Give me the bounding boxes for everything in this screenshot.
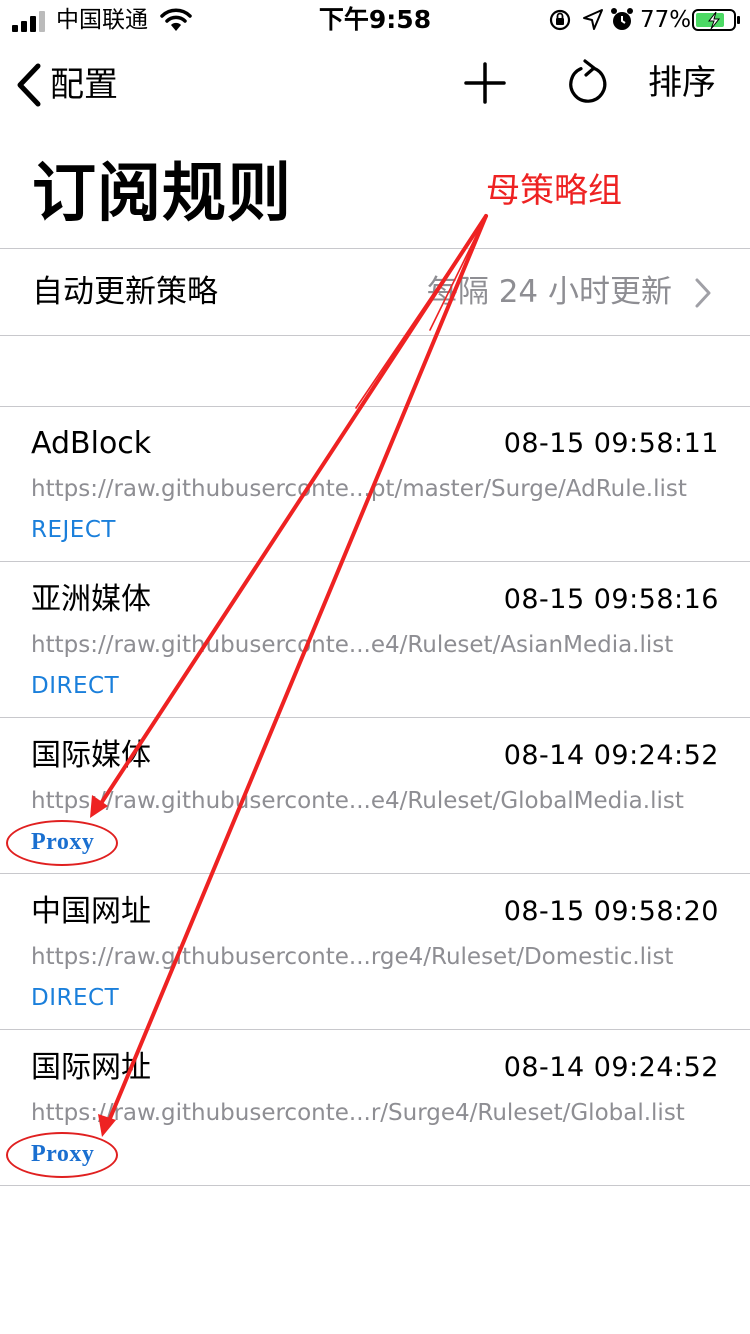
- subscription-name: 中国网址: [31, 894, 151, 929]
- subscription-name: 亚洲媒体: [31, 582, 151, 617]
- status-bar: 中国联通 下午9:58 77%: [0, 0, 750, 40]
- annotation-circle: [6, 1132, 118, 1178]
- subscription-row-asian-media[interactable]: 亚洲媒体 08-15 09:58:16 https://raw.githubus…: [0, 562, 750, 718]
- subscription-time: 08-14 09:24:52: [503, 740, 719, 771]
- annotation-label: 母策略组: [486, 171, 622, 211]
- sort-button[interactable]: 排序: [648, 60, 716, 106]
- subscription-time: 08-15 09:58:20: [503, 896, 719, 927]
- subscription-url: https://raw.githubuserconte...rge4/Rules…: [31, 944, 674, 970]
- subscription-policy: REJECT: [31, 517, 116, 543]
- plus-icon[interactable]: [462, 60, 508, 106]
- auto-update-label: 自动更新策略: [32, 274, 218, 310]
- auto-update-value: 每隔 24 小时更新: [426, 274, 672, 310]
- subscription-row-domestic[interactable]: 中国网址 08-15 09:58:20 https://raw.githubus…: [0, 874, 750, 1030]
- subscription-name: AdBlock: [31, 426, 152, 461]
- chevron-left-icon: [17, 63, 41, 107]
- auto-update-row[interactable]: 自动更新策略 每隔 24 小时更新: [0, 249, 750, 335]
- subscription-name: 国际网址: [31, 1050, 151, 1085]
- subscription-time: 08-14 09:24:52: [503, 1052, 719, 1083]
- subscription-policy: DIRECT: [31, 985, 120, 1011]
- subscription-time: 08-15 09:58:11: [503, 428, 719, 459]
- refresh-icon[interactable]: [565, 58, 611, 108]
- subscription-time: 08-15 09:58:16: [503, 584, 719, 615]
- subscription-row-adblock[interactable]: AdBlock 08-15 09:58:11 https://raw.githu…: [0, 406, 750, 562]
- subscription-name: 国际媒体: [31, 738, 151, 773]
- subscription-url: https://raw.githubuserconte...e4/Ruleset…: [31, 788, 684, 814]
- separator: [0, 1185, 750, 1186]
- back-label: 配置: [50, 65, 118, 105]
- location-icon: [583, 9, 603, 30]
- page-title: 订阅规则: [32, 157, 292, 231]
- chevron-right-icon: [695, 278, 711, 308]
- battery-percent: 77%: [640, 7, 692, 33]
- back-button[interactable]: 配置: [14, 60, 118, 110]
- annotation-circle: [6, 820, 118, 866]
- alarm-icon: [611, 8, 633, 30]
- section-gap: [0, 336, 750, 406]
- battery-charging-icon: [692, 9, 740, 31]
- rotation-lock-icon: [549, 9, 571, 31]
- subscription-url: https://raw.githubuserconte...e4/Ruleset…: [31, 632, 674, 658]
- subscription-url: https://raw.githubuserconte...pt/master/…: [31, 476, 687, 502]
- subscription-policy: DIRECT: [31, 673, 120, 699]
- subscription-url: https://raw.githubuserconte...r/Surge4/R…: [31, 1100, 685, 1126]
- status-time: 下午9:58: [318, 5, 432, 34]
